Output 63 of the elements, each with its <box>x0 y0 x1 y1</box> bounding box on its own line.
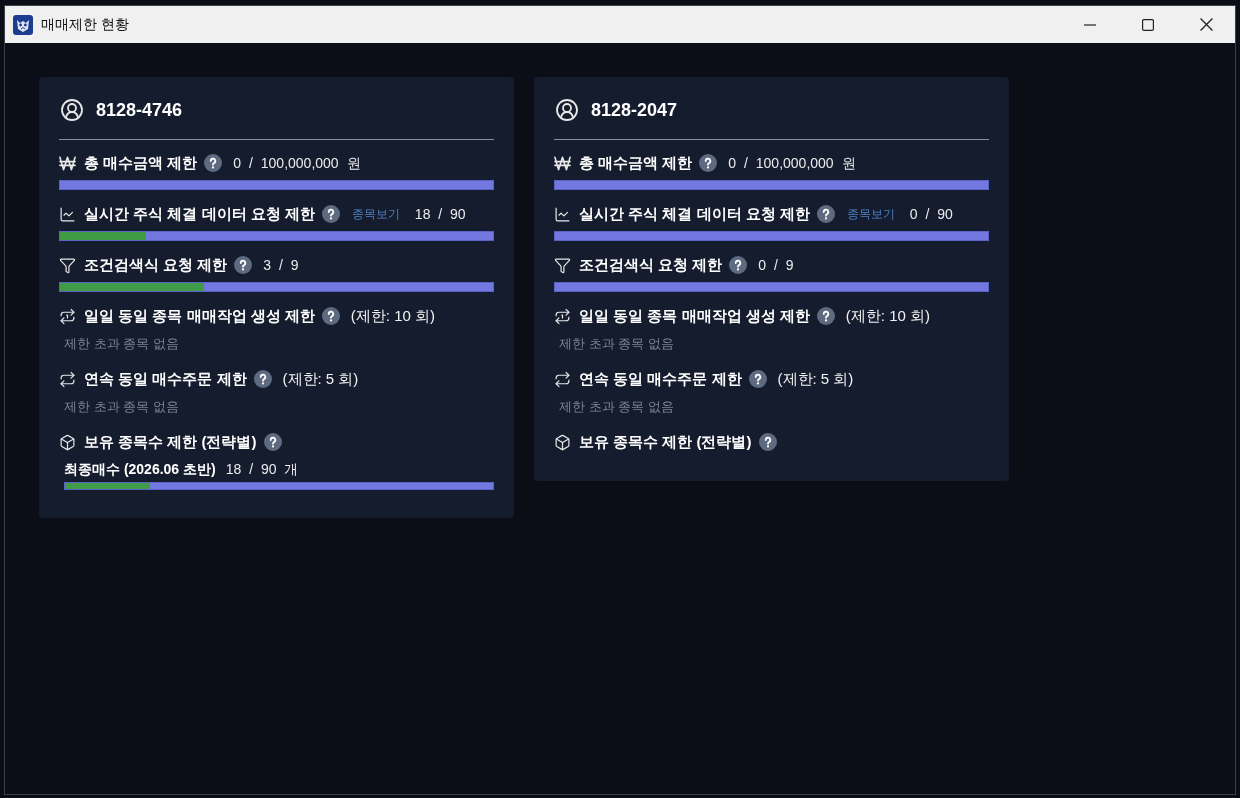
limit-note: 제한 초과 종목 없음 <box>559 399 674 414</box>
limit-reading: 0 / 100,000,000 원 <box>233 153 361 173</box>
line-chart-icon <box>554 205 571 223</box>
limit-label: 조건검색식 요청 제한 <box>579 254 723 275</box>
limit-label: 조건검색식 요청 제한 <box>84 254 228 275</box>
limit-note: 제한 초과 종목 없음 <box>64 336 179 351</box>
maximize-icon <box>1142 18 1154 31</box>
window-title: 매매제한 현황 <box>41 15 129 34</box>
help-icon[interactable] <box>816 205 835 223</box>
limit-label: 보유 종목수 제한 (전략별) <box>84 431 257 452</box>
repeat-icon <box>554 370 571 388</box>
help-icon[interactable] <box>816 307 835 325</box>
help-icon[interactable] <box>699 154 718 172</box>
help-icon[interactable] <box>204 154 223 172</box>
repeat-one-icon <box>59 307 76 325</box>
minimize-icon <box>1084 23 1096 26</box>
filter-icon <box>554 256 571 274</box>
won-sign-icon <box>59 154 76 172</box>
view-stocks-link[interactable]: 종목보기 <box>351 205 400 223</box>
limit-reading: (제한: 5 회) <box>777 368 854 389</box>
filter-icon <box>59 256 76 274</box>
help-icon[interactable] <box>234 256 253 274</box>
limit-note: 제한 초과 종목 없음 <box>64 399 179 414</box>
limit-label: 연속 동일 매수주문 제한 <box>579 368 742 389</box>
limit-reading: 0 / 90 <box>909 204 953 224</box>
limit-reading: 3 / 9 <box>263 255 299 275</box>
strategy-reading: 18 / 90 개 <box>225 459 299 479</box>
limit-label: 연속 동일 매수주문 제한 <box>84 368 247 389</box>
help-icon[interactable] <box>253 370 272 388</box>
limit-label: 총 매수금액 제한 <box>579 152 693 173</box>
limit-label: 보유 종목수 제한 (전략별) <box>579 431 752 452</box>
won-sign-icon <box>554 154 571 172</box>
cube-icon <box>59 433 76 451</box>
limit-reading: (제한: 10 회) <box>845 305 931 326</box>
account-number: 8128-4746 <box>96 98 183 122</box>
help-icon[interactable] <box>758 433 777 451</box>
limit-note: 제한 초과 종목 없음 <box>559 336 674 351</box>
user-circle-icon <box>60 98 84 122</box>
repeat-one-icon <box>554 307 571 325</box>
help-icon[interactable] <box>321 205 340 223</box>
app-logo-icon <box>13 14 33 35</box>
user-circle-icon <box>555 98 579 122</box>
repeat-icon <box>59 370 76 388</box>
limit-reading: 18 / 90 <box>414 204 466 224</box>
limit-reading: 0 / 9 <box>758 255 794 275</box>
limit-label: 실시간 주식 체결 데이터 요청 제한 <box>579 203 810 224</box>
close-icon <box>1199 18 1213 31</box>
limit-label: 일일 동일 종목 매매작업 생성 제한 <box>579 305 810 326</box>
help-icon[interactable] <box>263 433 282 451</box>
view-stocks-link[interactable]: 종목보기 <box>846 205 895 223</box>
cube-icon <box>554 433 571 451</box>
limit-reading: 0 / 100,000,000 원 <box>728 153 856 173</box>
limit-label: 실시간 주식 체결 데이터 요청 제한 <box>84 203 315 224</box>
help-icon[interactable] <box>321 307 340 325</box>
line-chart-icon <box>59 205 76 223</box>
account-number: 8128-2047 <box>591 98 678 122</box>
limit-reading: (제한: 10 회) <box>350 305 436 326</box>
limit-label: 총 매수금액 제한 <box>84 152 198 173</box>
help-icon[interactable] <box>729 256 748 274</box>
limit-reading: (제한: 5 회) <box>282 368 359 389</box>
help-icon[interactable] <box>748 370 767 388</box>
strategy-name: 최종매수 (2026.06 초반) <box>64 459 216 479</box>
limit-label: 일일 동일 종목 매매작업 생성 제한 <box>84 305 315 326</box>
